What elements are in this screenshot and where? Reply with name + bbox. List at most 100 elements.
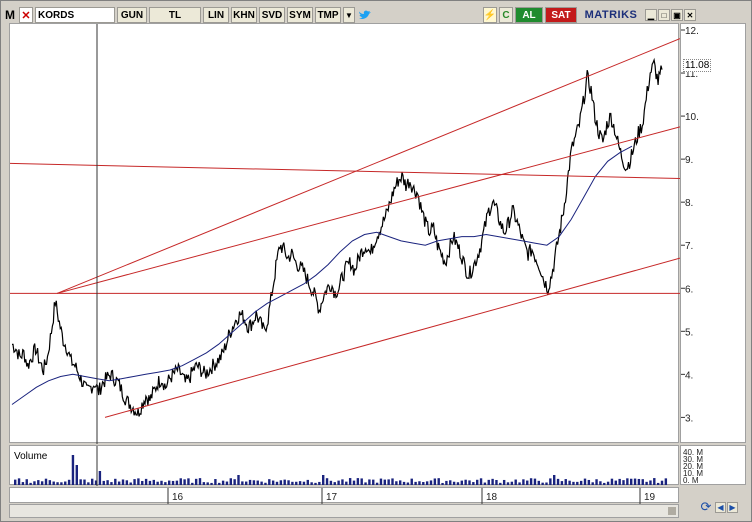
- time-tick-label: 18: [486, 492, 498, 503]
- volume-bar: [460, 480, 463, 485]
- volume-bar: [425, 481, 429, 485]
- period-button[interactable]: GUN: [117, 7, 147, 23]
- reload-icon[interactable]: ⟳: [699, 499, 713, 514]
- price-tick-label: 8.: [685, 198, 693, 209]
- volume-bar: [395, 481, 398, 485]
- currency-button[interactable]: TL: [149, 7, 201, 23]
- volume-bar: [449, 480, 452, 485]
- volume-bar: [75, 465, 78, 485]
- volume-bar: [137, 478, 140, 485]
- volume-bar: [491, 478, 494, 485]
- trend-line-2: [56, 126, 680, 294]
- volume-bar: [329, 480, 333, 485]
- price-series-line: [12, 57, 663, 417]
- volume-bar: [221, 480, 225, 485]
- volume-bar: [441, 482, 444, 485]
- bolt-icon[interactable]: ⚡: [483, 7, 497, 23]
- volume-bar: [599, 481, 602, 485]
- volume-axis-svg: 40. M30. M20. M10. M0. M: [683, 448, 703, 485]
- volume-bar: [468, 480, 471, 485]
- time-tick-label: 16: [172, 492, 184, 503]
- chevron-down-icon[interactable]: ▼: [343, 7, 355, 23]
- refresh-button[interactable]: C: [499, 7, 513, 23]
- svd-button[interactable]: SVD: [259, 7, 285, 23]
- volume-bar: [91, 478, 94, 485]
- volume-bar: [660, 480, 664, 485]
- matriks-brand-logo: MATRIKS: [584, 9, 638, 21]
- horizontal-scrollbar[interactable]: [9, 504, 679, 518]
- volume-panel[interactable]: Volume: [9, 445, 679, 486]
- scale-button[interactable]: LIN: [203, 7, 229, 23]
- volume-bar: [537, 480, 540, 485]
- volume-label: Volume: [14, 451, 48, 462]
- buy-button[interactable]: AL: [515, 7, 543, 23]
- price-chart-panel[interactable]: [9, 23, 680, 444]
- scroll-thumb[interactable]: [668, 507, 676, 515]
- window-close-icon[interactable]: ✕: [684, 9, 696, 21]
- volume-bar: [399, 480, 402, 485]
- volume-bar: [387, 479, 390, 485]
- chart-window: M ✕ KORDS GUN TL LIN KHN SVD SYM TMP ▼ ⚡…: [0, 0, 752, 522]
- volume-bar: [549, 478, 552, 485]
- volume-bar: [241, 481, 244, 485]
- tmp-button[interactable]: TMP: [315, 7, 341, 23]
- volume-bar: [33, 481, 36, 485]
- volume-bar: [372, 479, 375, 485]
- sell-button[interactable]: SAT: [545, 7, 577, 23]
- scroll-right-icon[interactable]: ▶: [727, 501, 738, 513]
- volume-bar: [591, 482, 594, 485]
- price-tick-label: 5.: [685, 327, 693, 338]
- volume-bar: [133, 479, 136, 485]
- volume-bar: [179, 478, 182, 485]
- twitter-bird-icon[interactable]: [357, 7, 373, 23]
- volume-bar: [264, 482, 267, 485]
- volume-bar: [245, 481, 248, 485]
- close-symbol-button[interactable]: ✕: [19, 7, 33, 23]
- volume-bar: [653, 478, 656, 485]
- volume-bar: [48, 480, 52, 485]
- sym-button[interactable]: SYM: [287, 7, 313, 23]
- restore-icon[interactable]: □: [658, 9, 670, 21]
- volume-bar: [502, 479, 506, 485]
- symbol-field[interactable]: KORDS: [35, 7, 115, 23]
- price-axis-svg: 3.4.5.6.7.8.9.10.11.12.: [681, 26, 699, 424]
- volume-bar: [21, 482, 25, 485]
- volume-bar: [368, 479, 371, 485]
- volume-bar: [533, 478, 537, 485]
- volume-bar: [383, 479, 386, 485]
- volume-bar: [237, 475, 240, 485]
- volume-axis: 40. M 30. M 20. M 10. M 0. M: [680, 445, 746, 485]
- price-tick-label: 9.: [685, 155, 693, 166]
- volume-bar: [499, 482, 502, 485]
- price-axis[interactable]: 3. 4. 5. 6. 7. 8. 9. 10. 11. 12. 11.08: [680, 23, 746, 443]
- volume-bar: [210, 482, 213, 485]
- last-price-label: 11.08: [683, 59, 712, 72]
- volume-bar: [295, 481, 298, 485]
- volume-bar: [214, 479, 217, 485]
- volume-bar: [345, 481, 348, 485]
- price-chart-svg: [10, 24, 680, 444]
- volume-bar: [583, 478, 587, 485]
- maximize-icon[interactable]: ▣: [671, 9, 683, 21]
- price-tick-label: 7.: [685, 241, 693, 252]
- volume-bar: [310, 482, 313, 485]
- volume-bar: [44, 478, 48, 485]
- volume-bar: [479, 478, 483, 485]
- volume-bar: [649, 480, 652, 485]
- volume-bar: [194, 478, 198, 485]
- volume-bar: [275, 481, 279, 485]
- volume-bar: [606, 481, 610, 485]
- volume-bar: [568, 480, 571, 485]
- volume-bar: [495, 479, 498, 485]
- toolbar: M ✕ KORDS GUN TL LIN KHN SVD SYM TMP ▼ ⚡…: [3, 5, 749, 25]
- scroll-left-icon[interactable]: ◀: [715, 501, 726, 513]
- volume-bar: [14, 479, 17, 485]
- minimize-icon[interactable]: ▁: [645, 9, 657, 21]
- volume-bar: [252, 480, 256, 485]
- time-axis-svg: 16 17 18 19: [167, 488, 656, 504]
- khn-button[interactable]: KHN: [231, 7, 257, 23]
- volume-bar: [218, 482, 221, 485]
- volume-bar: [198, 478, 202, 485]
- volume-bar: [356, 478, 360, 485]
- volume-bar: [510, 481, 514, 485]
